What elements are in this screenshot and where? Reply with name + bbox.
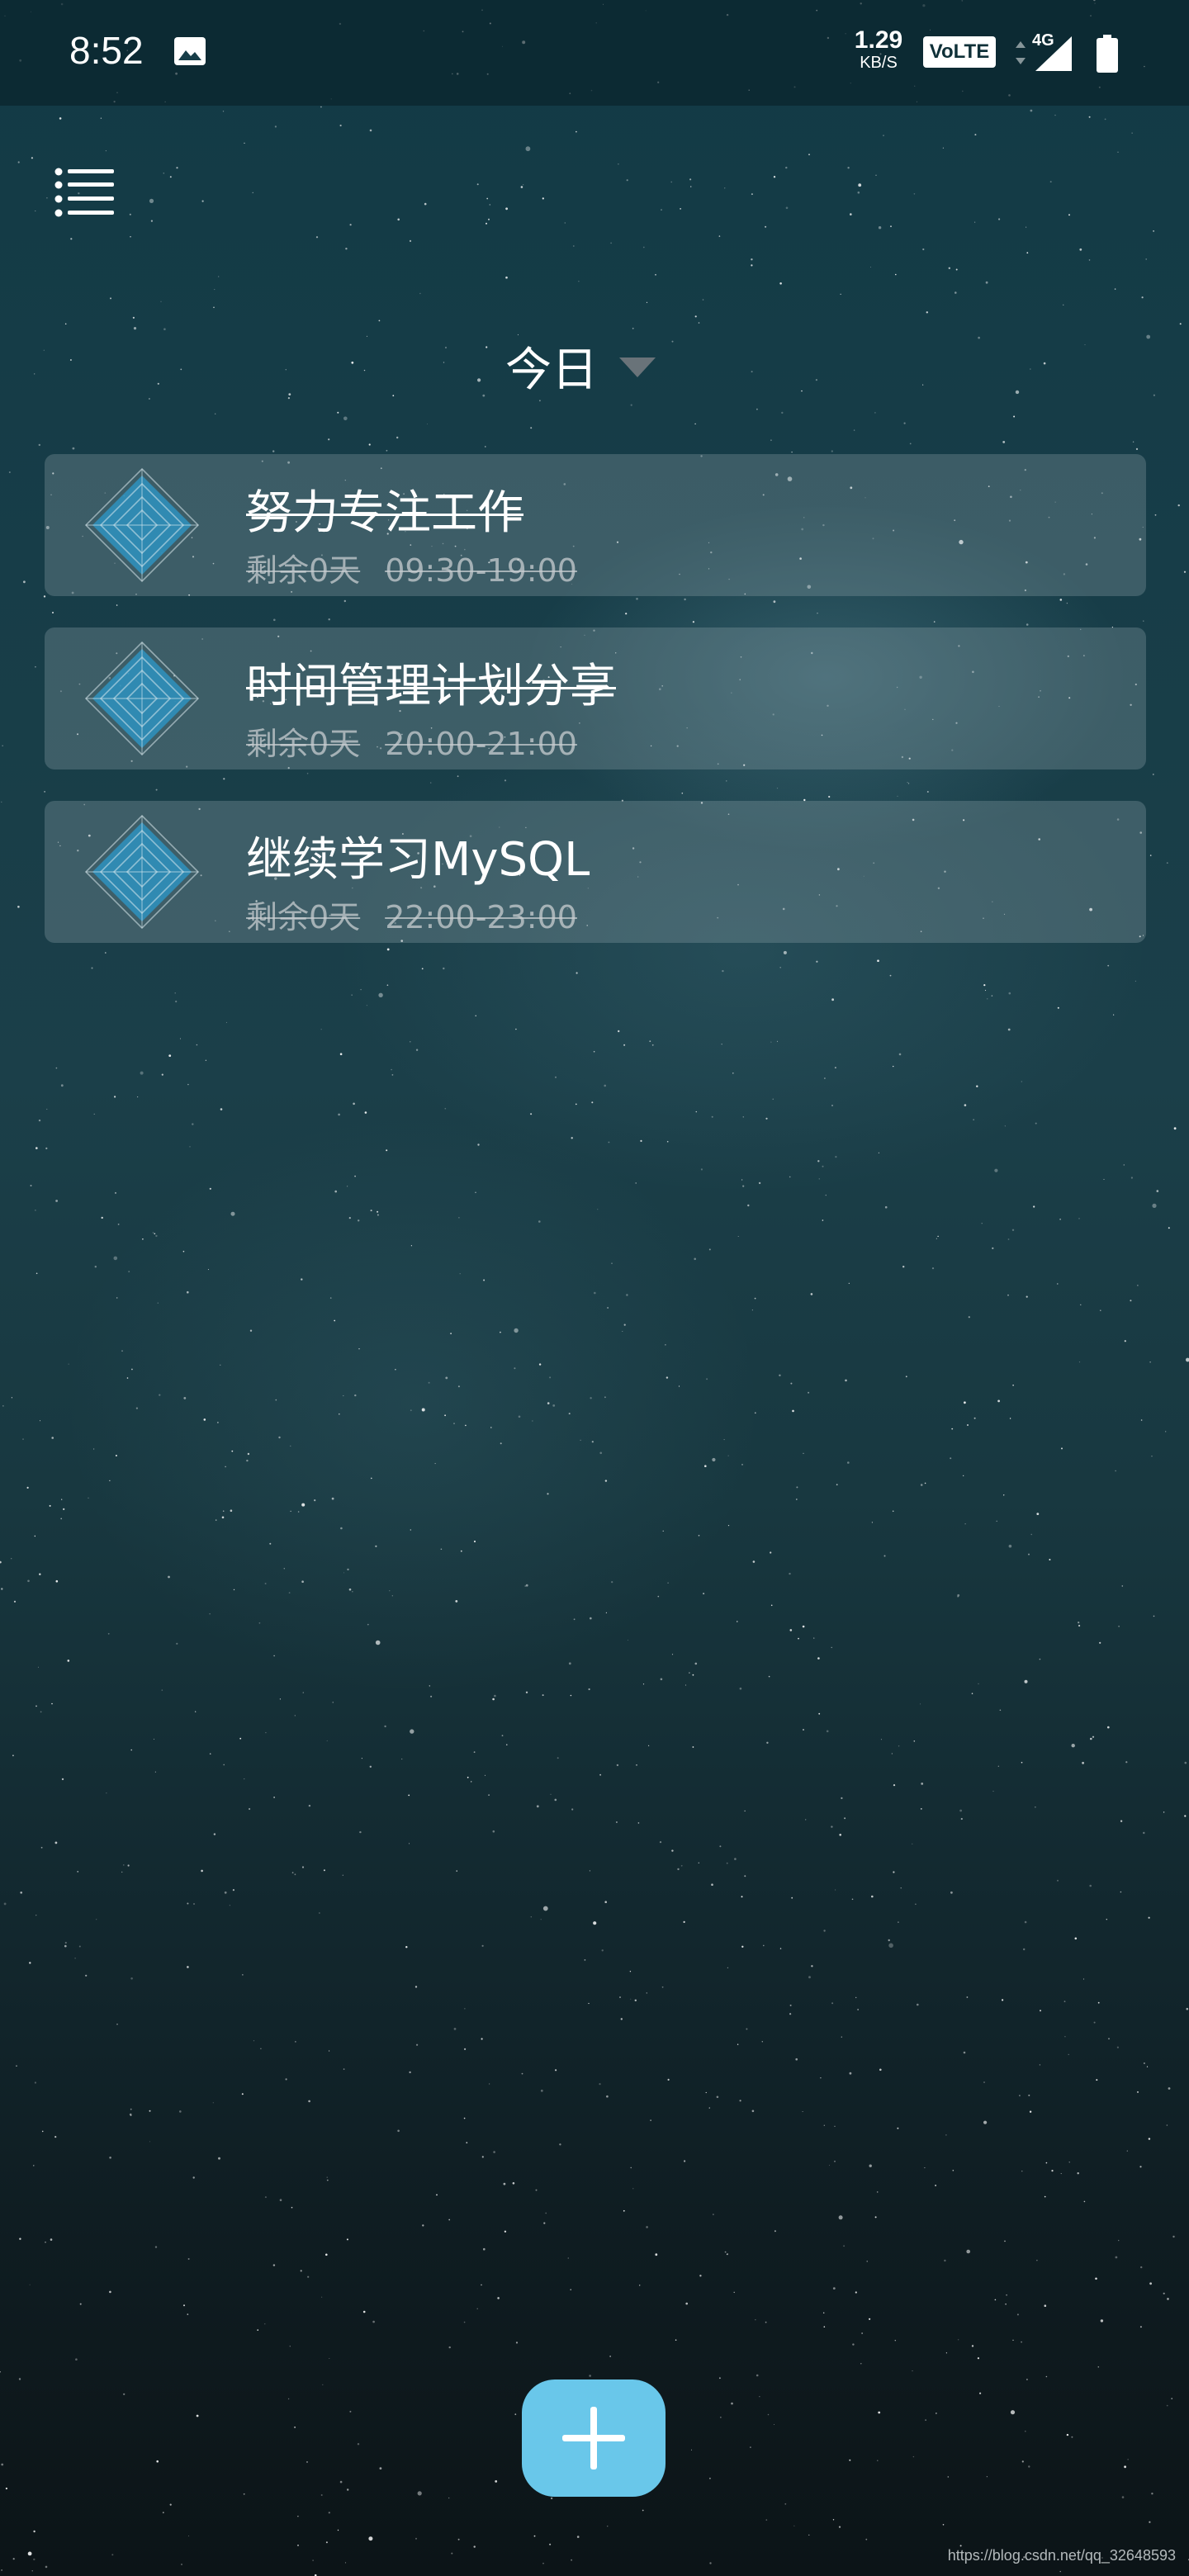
- task-subtitle: 剩余0天 20:00-21:00: [246, 718, 577, 764]
- task-title: 时间管理计划分享: [246, 660, 616, 713]
- radar-diamond-icon: [84, 467, 200, 583]
- task-remaining: 剩余0天: [246, 552, 361, 589]
- add-task-button[interactable]: [522, 2379, 666, 2497]
- task-list: 努力专注工作 剩余0天 09:30-19:00 时间管理计划分享 剩余0天 20:0…: [45, 454, 1146, 974]
- task-remaining: 剩余0天: [246, 726, 361, 762]
- battery-icon: [1097, 35, 1118, 73]
- volte-badge: VoLTE: [923, 36, 996, 68]
- status-bar: 8:52 1.29 KB/S VoLTE 4G: [0, 0, 1189, 106]
- triangle-down-icon: [619, 358, 656, 377]
- task-time: 20:00-21:00: [385, 726, 577, 762]
- task-subtitle: 剩余0天 09:30-19:00: [246, 545, 577, 590]
- task-time: 09:30-19:00: [385, 552, 577, 589]
- task-title: 努力专注工作: [246, 486, 523, 540]
- date-filter-dropdown[interactable]: 今日: [505, 337, 656, 397]
- status-time: 8:52: [69, 29, 144, 72]
- page-title: 今日: [505, 343, 598, 397]
- task-time: 22:00-23:00: [385, 899, 577, 935]
- signal-icon: [1035, 36, 1072, 71]
- task-remaining: 剩余0天: [246, 899, 361, 935]
- task-title: 继续学习MySQL: [246, 833, 590, 887]
- plus-icon: [562, 2407, 625, 2469]
- data-activity-icon: [1016, 41, 1026, 64]
- task-card[interactable]: 努力专注工作 剩余0天 09:30-19:00: [45, 454, 1146, 596]
- gallery-icon: [174, 37, 206, 65]
- task-card[interactable]: 继续学习MySQL 剩余0天 22:00-23:00: [45, 801, 1146, 943]
- task-subtitle: 剩余0天 22:00-23:00: [246, 892, 577, 937]
- task-card[interactable]: 时间管理计划分享 剩余0天 20:00-21:00: [45, 627, 1146, 769]
- list-menu-icon[interactable]: [54, 167, 116, 218]
- radar-diamond-icon: [84, 641, 200, 756]
- watermark-text: https://blog.csdn.net/qq_32648593: [947, 2547, 1176, 2564]
- network-speed: 1.29 KB/S: [854, 26, 903, 72]
- radar-diamond-icon: [84, 814, 200, 930]
